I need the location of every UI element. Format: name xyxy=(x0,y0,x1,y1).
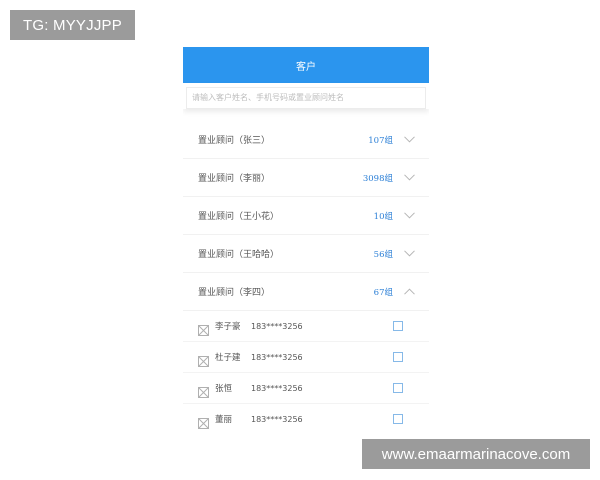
chevron-down-icon[interactable] xyxy=(403,250,415,258)
customer-phone: 183****3256 xyxy=(251,414,303,424)
consultant-group-row[interactable]: 置业顾问（李丽） 3098组 xyxy=(183,159,429,197)
customer-name: 董丽 xyxy=(215,415,233,425)
consultant-group-row-expanded[interactable]: 置业顾问（李四） 67组 xyxy=(183,273,429,311)
customer-name: 杜子建 xyxy=(215,353,241,363)
group-count: 3098组 xyxy=(362,173,393,184)
group-title: 置业顾问（张三） xyxy=(198,136,271,146)
group-count: 67组 xyxy=(373,287,393,298)
page-title: 客户 xyxy=(296,61,316,73)
chevron-up-icon[interactable] xyxy=(403,288,415,296)
customer-checkbox[interactable] xyxy=(393,414,403,424)
customer-name: 李子豪 xyxy=(215,322,241,332)
app-header: 客户 xyxy=(183,47,429,83)
customer-checkbox[interactable] xyxy=(393,321,403,331)
image-placeholder-icon xyxy=(198,383,209,398)
image-placeholder-icon xyxy=(198,321,209,336)
consultant-group-row[interactable]: 置业顾问（王小花） 10组 xyxy=(183,197,429,235)
customer-row[interactable]: 董丽 183****3256 xyxy=(183,404,429,429)
customer-row[interactable]: 杜子建 183****3256 xyxy=(183,342,429,373)
group-title: 置业顾问（李丽） xyxy=(198,174,271,184)
chevron-down-icon[interactable] xyxy=(403,136,415,144)
watermark-top-left: TG: MYYJJPP xyxy=(10,10,135,40)
group-count: 107组 xyxy=(368,135,393,146)
consultant-group-list: 置业顾问（张三） 107组 置业顾问（李丽） 3098组 置业顾问（王小花） 1… xyxy=(183,121,429,429)
customer-phone: 183****3256 xyxy=(251,383,303,393)
customer-row[interactable]: 李子豪 183****3256 xyxy=(183,311,429,342)
customer-checkbox[interactable] xyxy=(393,352,403,362)
customer-checkbox[interactable] xyxy=(393,383,403,393)
image-placeholder-icon xyxy=(198,414,209,429)
customer-row[interactable]: 张恒 183****3256 xyxy=(183,373,429,404)
customer-phone: 183****3256 xyxy=(251,352,303,362)
group-count: 56组 xyxy=(373,249,393,260)
group-title: 置业顾问（王小花） xyxy=(198,212,280,222)
search-input[interactable] xyxy=(186,86,426,109)
search-bar xyxy=(183,83,429,109)
customer-app: 客户 置业顾问（张三） 107组 置业顾问（李丽） 3098组 置业顾问（王小花… xyxy=(183,47,429,429)
chevron-down-icon[interactable] xyxy=(403,212,415,220)
customer-name: 张恒 xyxy=(215,384,233,394)
group-title: 置业顾问（王哈哈） xyxy=(198,250,280,260)
consultant-group-row[interactable]: 置业顾问（张三） 107组 xyxy=(183,121,429,159)
chevron-down-icon[interactable] xyxy=(403,174,415,182)
customer-phone: 183****3256 xyxy=(251,321,303,331)
group-count: 10组 xyxy=(373,211,393,222)
group-title: 置业顾问（李四） xyxy=(198,288,271,298)
consultant-group-row[interactable]: 置业顾问（王哈哈） 56组 xyxy=(183,235,429,273)
image-placeholder-icon xyxy=(198,352,209,367)
watermark-bottom-right: www.emaarmarinacove.com xyxy=(362,439,590,469)
